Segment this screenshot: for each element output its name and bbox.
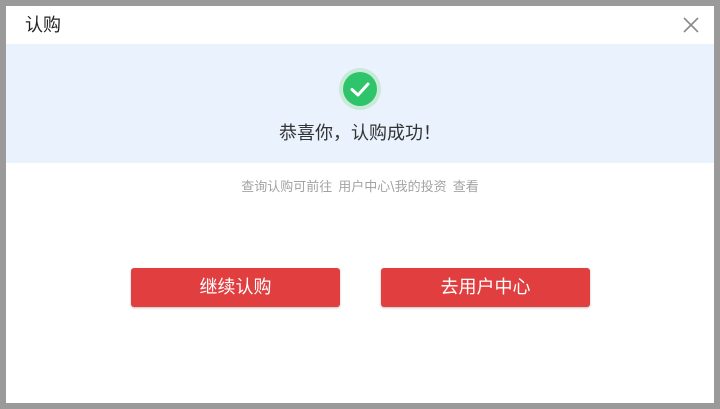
success-message: 恭喜你，认购成功！ (279, 123, 441, 144)
dialog-titlebar: 认购 (6, 6, 714, 44)
close-icon[interactable] (682, 16, 700, 34)
user-investment-link[interactable]: 用户中心\我的投资 (338, 180, 446, 195)
success-banner: 恭喜你，认购成功！ (6, 44, 714, 163)
dialog-title: 认购 (25, 15, 61, 36)
view-link[interactable]: 查看 (453, 180, 479, 195)
hint-prefix: 查询认购可前往 (241, 180, 333, 195)
hint-text: 查询认购可前往 用户中心\我的投资 查看 (6, 180, 714, 196)
continue-subscribe-button[interactable]: 继续认购 (131, 268, 340, 307)
check-circle-icon (339, 68, 381, 110)
go-user-center-button[interactable]: 去用户中心 (381, 268, 590, 307)
subscription-success-dialog: 认购 恭喜你，认购成功！ 查询认购可前往 用户中心\我的投资 查看 继续认购 去用户… (6, 6, 714, 403)
